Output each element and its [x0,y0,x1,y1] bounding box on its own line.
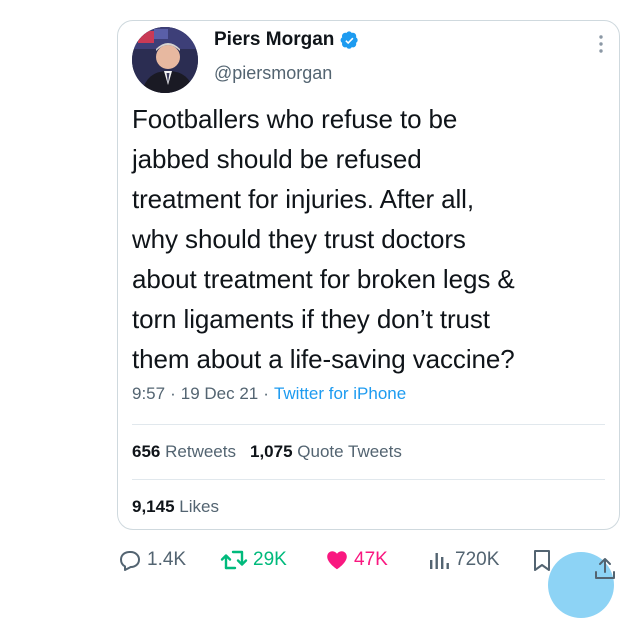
tweet-card: Piers Morgan @piersmorgan Footballers wh… [117,20,620,530]
reply-button[interactable]: 1.4K [118,548,186,572]
likes-label: Likes [179,497,219,516]
divider [132,479,605,480]
avatar-image [132,27,198,93]
verified-badge-icon [340,30,359,49]
divider [132,424,605,425]
like-button[interactable]: 47K [325,548,388,572]
views-button[interactable]: 720K [428,548,499,572]
retweet-count: 29K [253,549,287,570]
retweet-icon [220,550,248,570]
author-avatar[interactable] [132,27,198,93]
meta-separator: · [170,384,176,403]
quotes-stat[interactable]: 1,075 Quote Tweets [250,442,402,461]
tweet-time[interactable]: 9:57 [132,384,165,403]
tweet-source[interactable]: Twitter for iPhone [274,384,406,403]
tweet-text: Footballers who refuse to be jabbed shou… [132,104,515,374]
author-name[interactable]: Piers Morgan [214,29,334,51]
engagement-stats: 656 Retweets 1,075 Quote Tweets [132,442,402,462]
retweets-stat[interactable]: 656 Retweets [132,442,236,461]
meta-separator: · [263,384,269,403]
tweet-meta: 9:57 · 19 Dec 21 · Twitter for iPhone [132,384,406,404]
views-count: 720K [455,549,500,570]
likes-count: 9,145 [132,497,175,516]
author-name-row: Piers Morgan [214,29,359,51]
reply-count: 1.4K [147,549,187,570]
retweet-button[interactable]: 29K [220,548,287,572]
tweet-date[interactable]: 19 Dec 21 [181,384,259,403]
retweets-label: Retweets [165,442,236,461]
share-button[interactable] [548,552,615,618]
heart-icon [327,551,347,570]
more-options-icon[interactable] [599,35,603,53]
reply-icon [120,551,140,571]
author-handle[interactable]: @piersmorgan [214,63,332,84]
views-chart-icon [430,553,449,569]
like-count: 47K [354,549,388,570]
quotes-count: 1,075 [249,442,293,461]
bookmark-icon [534,550,550,571]
retweets-count: 656 [132,442,161,461]
share-icon [595,558,615,579]
quotes-label: Quote Tweets [297,442,402,461]
likes-stat[interactable]: 9,145 Likes [132,497,219,517]
bookmark-button[interactable] [531,548,553,574]
